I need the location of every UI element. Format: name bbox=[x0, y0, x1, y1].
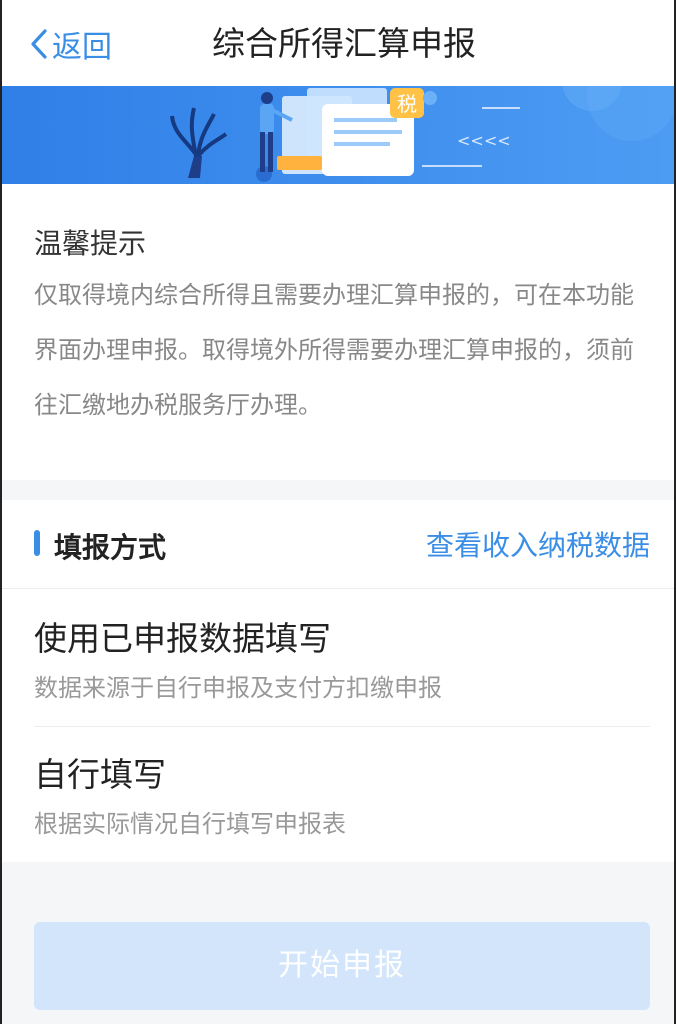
banner-illustration: 税 <<<< bbox=[2, 86, 674, 184]
option-desc: 根据实际情况自行填写申报表 bbox=[34, 810, 346, 838]
arrows-decoration: <<<< bbox=[457, 131, 511, 150]
navbar: 返回 综合所得汇算申报 bbox=[2, 0, 674, 86]
option-desc: 数据来源于自行申报及支付方扣缴申报 bbox=[34, 674, 442, 702]
section-marker bbox=[34, 530, 40, 556]
banner: 税 <<<< bbox=[2, 86, 674, 184]
tax-badge-text: 税 bbox=[397, 92, 417, 116]
view-tax-data-link[interactable]: 查看收入纳税数据 bbox=[426, 524, 650, 564]
option-use-declared-data[interactable]: 使用已申报数据填写 数据来源于自行申报及支付方扣缴申报 bbox=[34, 592, 650, 727]
method-title: 填报方式 bbox=[54, 531, 167, 564]
start-declaration-button[interactable]: 开始申报 bbox=[34, 922, 650, 1010]
tips-text: 仅取得境内综合所得且需要办理汇算申报的，可在本功能界面办理申报。取得境外所得需要… bbox=[34, 281, 634, 419]
method-section: 填报方式 查看收入纳税数据 使用已申报数据填写 数据来源于自行申报及支付方扣缴申… bbox=[2, 500, 674, 862]
tips-section: 温馨提示 仅取得境内综合所得且需要办理汇算申报的，可在本功能界面办理申报。取得境… bbox=[2, 184, 674, 480]
page-title: 综合所得汇算申报 bbox=[212, 24, 476, 63]
method-header: 填报方式 查看收入纳税数据 bbox=[2, 500, 674, 589]
option-title: 自行填写 bbox=[34, 755, 166, 794]
option-self-fill[interactable]: 自行填写 根据实际情况自行填写申报表 bbox=[34, 728, 650, 860]
option-title: 使用已申报数据填写 bbox=[34, 619, 331, 658]
tips-title: 温馨提示 bbox=[34, 227, 147, 260]
